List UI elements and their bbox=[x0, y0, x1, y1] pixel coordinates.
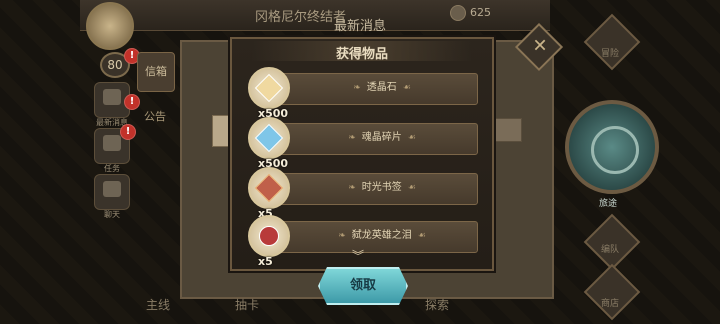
wing-icon: ❧ bbox=[348, 133, 356, 143]
journey-button[interactable] bbox=[565, 100, 659, 194]
adventure-label: 冒险 bbox=[600, 49, 619, 59]
chat-button[interactable]: 聊天 bbox=[94, 174, 130, 219]
claim-button[interactable]: 领取 bbox=[318, 267, 408, 305]
shop-label: 商店 bbox=[600, 299, 619, 309]
crystal-icon bbox=[254, 73, 284, 103]
modal-header: 最新消息 bbox=[333, 19, 386, 34]
team-label: 编队 bbox=[600, 245, 619, 255]
modal-title: 获得物品 bbox=[335, 47, 388, 62]
wing-icon: ☙ bbox=[407, 183, 416, 193]
wing-icon: ❧ bbox=[338, 231, 346, 241]
news-icon bbox=[103, 89, 121, 105]
soul-crystal-icon bbox=[254, 123, 284, 153]
avatar[interactable] bbox=[86, 2, 134, 50]
reward-item: ❧ 魂晶碎片 ☙ x500 bbox=[246, 117, 478, 170]
item-icon[interactable] bbox=[248, 67, 290, 109]
notification-badge: ! bbox=[120, 124, 136, 140]
reward-item-qty: x5 bbox=[258, 255, 273, 268]
reward-item-name: 弑龙英雄之泪 bbox=[351, 230, 412, 241]
bottom-tab-explore[interactable]: 探索 bbox=[425, 296, 449, 313]
wing-icon: ☙ bbox=[402, 83, 411, 93]
wing-icon: ❧ bbox=[353, 83, 361, 93]
item-icon[interactable] bbox=[248, 117, 290, 159]
quest-icon bbox=[103, 135, 121, 151]
item-reward-modal: 获得物品 ❧ 透晶石 ☙ x500 ❧ 魂晶碎片 ☙ x500 ❧ 时光书签 ☙ x5 ❧ 弑… bbox=[230, 37, 494, 271]
bookmark-icon bbox=[254, 173, 284, 203]
journey-icon bbox=[591, 126, 639, 174]
reward-item-name: 透晶石 bbox=[366, 82, 397, 93]
mail-letter-icon[interactable] bbox=[490, 118, 522, 142]
item-icon[interactable] bbox=[248, 167, 290, 209]
tab-announcement[interactable]: 公告 bbox=[137, 98, 173, 136]
close-icon: ✕ bbox=[532, 35, 548, 57]
journey-label: 旅途 bbox=[598, 199, 617, 209]
chevron-down-icon[interactable]: ︾ bbox=[352, 247, 364, 264]
bottom-tab-gacha[interactable]: 抽卡 bbox=[235, 296, 259, 313]
tear-icon bbox=[254, 221, 284, 251]
reward-item: ❧ 时光书签 ☙ x5 bbox=[246, 167, 478, 220]
wing-icon: ☙ bbox=[407, 133, 416, 143]
reward-item-name: 魂晶碎片 bbox=[361, 132, 402, 143]
bottom-tab-main[interactable]: 主线 bbox=[146, 296, 170, 313]
wing-icon: ❧ bbox=[348, 183, 356, 193]
item-icon[interactable] bbox=[248, 215, 290, 257]
wing-icon: ☙ bbox=[417, 231, 426, 241]
reward-item-name: 时光书签 bbox=[361, 182, 402, 193]
reward-item: ❧ 透晶石 ☙ x500 bbox=[246, 67, 478, 120]
tab-mailbox[interactable]: 信箱 bbox=[137, 52, 175, 92]
chat-icon bbox=[103, 181, 121, 197]
